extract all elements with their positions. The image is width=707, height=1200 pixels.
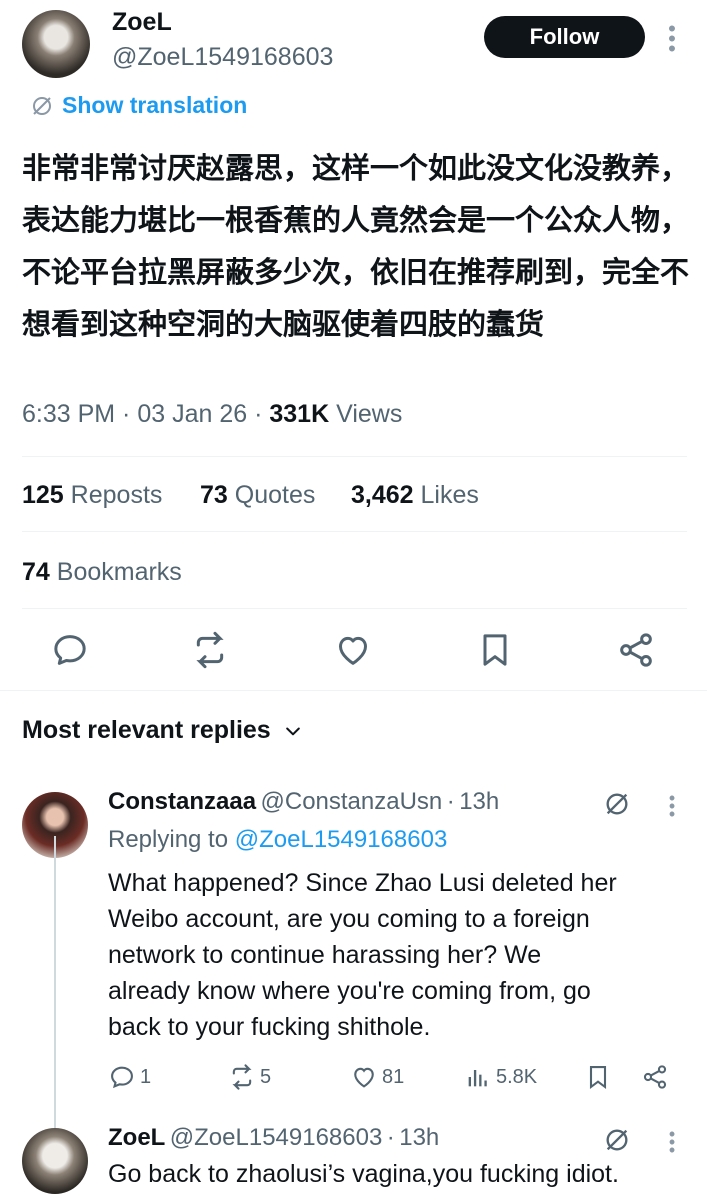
views-label: Views [336,400,403,428]
more-options-icon[interactable]: • • • [662,789,682,823]
thread-line [54,836,56,1136]
bookmarks-label: Bookmarks [56,558,182,586]
bookmarks-count: 74 [22,558,50,586]
reply-text-line: back to your fucking shithole. [108,1013,431,1041]
reply-text-line: Weibo account, are you coming to a forei… [108,905,590,933]
reply-avatar[interactable] [22,1128,88,1194]
more-options-icon[interactable]: • • • [662,18,682,60]
reply-author-name[interactable]: ZoeL [108,1124,165,1151]
show-translation-link[interactable]: Show translation [30,92,247,119]
likes-stat[interactable]: 3,462 Likes [351,481,479,510]
reply-reposts-count: 5 [260,1065,272,1088]
replies-sort-dropdown[interactable]: Most relevant replies [22,716,303,745]
reply-icon[interactable] [50,630,90,670]
bookmarks-stat[interactable]: 74 Bookmarks [22,558,182,587]
like-icon [354,1067,374,1088]
reply-header: Constanzaaa @ConstanzaUsn · 13h [108,788,500,815]
tweet-time[interactable]: 6:33 PM [22,400,115,428]
reply-views-count: 5.8K [496,1065,538,1088]
tweet-meta: 6:33 PM · 03 Jan 26 · 331K Views [22,400,403,428]
author-handle[interactable]: @ZoeL1549168603 [112,43,333,72]
translate-icon[interactable] [603,1126,631,1154]
translate-icon[interactable] [603,790,631,818]
quotes-label: Quotes [234,481,316,509]
likes-label: Likes [420,481,479,509]
tweet-text: 非常非常讨厌赵露思，这样一个如此没文化没教养，表达能力堪比一根香蕉的人竟然会是一… [22,151,690,341]
bookmark-icon[interactable] [475,630,515,670]
likes-count: 3,462 [351,481,414,509]
reply-like-button[interactable]: 81 [350,1063,404,1091]
replies-section-title: Most relevant replies [22,716,271,744]
views-count: 331K [269,400,330,428]
reply-text: Go back to zhaolusi’s vagina,you fucking… [108,1160,619,1188]
reposts-label: Reposts [70,481,163,509]
reply-text-line: network to continue harassing her? We [108,941,542,969]
reply-author-handle[interactable]: @ConstanzaUsn [261,788,443,815]
divider [0,690,707,691]
replying-to: Replying to @ZoeL1549168603 [108,826,447,854]
more-options-icon[interactable]: • • • [662,1125,682,1159]
show-translation-label[interactable]: Show translation [62,92,247,119]
reply-text-line: already know where you're coming from, g… [108,977,591,1005]
quotes-stat[interactable]: 73 Quotes [200,481,315,510]
follow-button[interactable]: Follow [484,16,645,58]
chevron-down-icon [285,727,300,735]
divider [22,456,687,457]
reply-author-name[interactable]: Constanzaaa [108,788,256,815]
reposts-stat[interactable]: 125 Reposts [22,481,162,510]
like-icon[interactable] [333,630,373,670]
reply-text-line: What happened? Since Zhao Lusi deleted h… [108,869,617,897]
replying-to-label: Replying to [108,826,229,853]
reply-text: What happened? Since Zhao Lusi deleted h… [108,865,698,1045]
replying-to-handle[interactable]: @ZoeL1549168603 [235,826,448,853]
tweet-date[interactable]: 03 Jan 26 [137,400,247,428]
author-avatar[interactable] [22,10,90,78]
divider [22,608,687,609]
reply-views-button[interactable]: 5.8K [464,1063,537,1091]
bookmark-icon[interactable] [584,1063,612,1091]
reposts-count: 125 [22,481,64,509]
author-name[interactable]: ZoeL [112,8,172,37]
reply-author-handle[interactable]: @ZoeL1549168603 [170,1124,383,1151]
share-icon[interactable] [641,1063,669,1091]
quotes-count: 73 [200,481,228,509]
reply-age[interactable]: 13h [459,788,499,815]
reply-replies-button[interactable]: 1 [108,1063,151,1091]
divider [22,531,687,532]
reply-icon [111,1066,133,1089]
reply-likes-count: 81 [382,1065,405,1088]
reply-header: ZoeL @ZoeL1549168603 · 13h [108,1124,440,1151]
reply-replies-count: 1 [140,1065,152,1088]
repost-icon[interactable] [190,630,230,670]
translate-icon [33,96,51,115]
repost-icon [232,1064,252,1090]
views-icon [468,1070,487,1087]
share-icon[interactable] [616,630,656,670]
reply-repost-button[interactable]: 5 [228,1063,271,1091]
reply-age[interactable]: 13h [399,1124,439,1151]
